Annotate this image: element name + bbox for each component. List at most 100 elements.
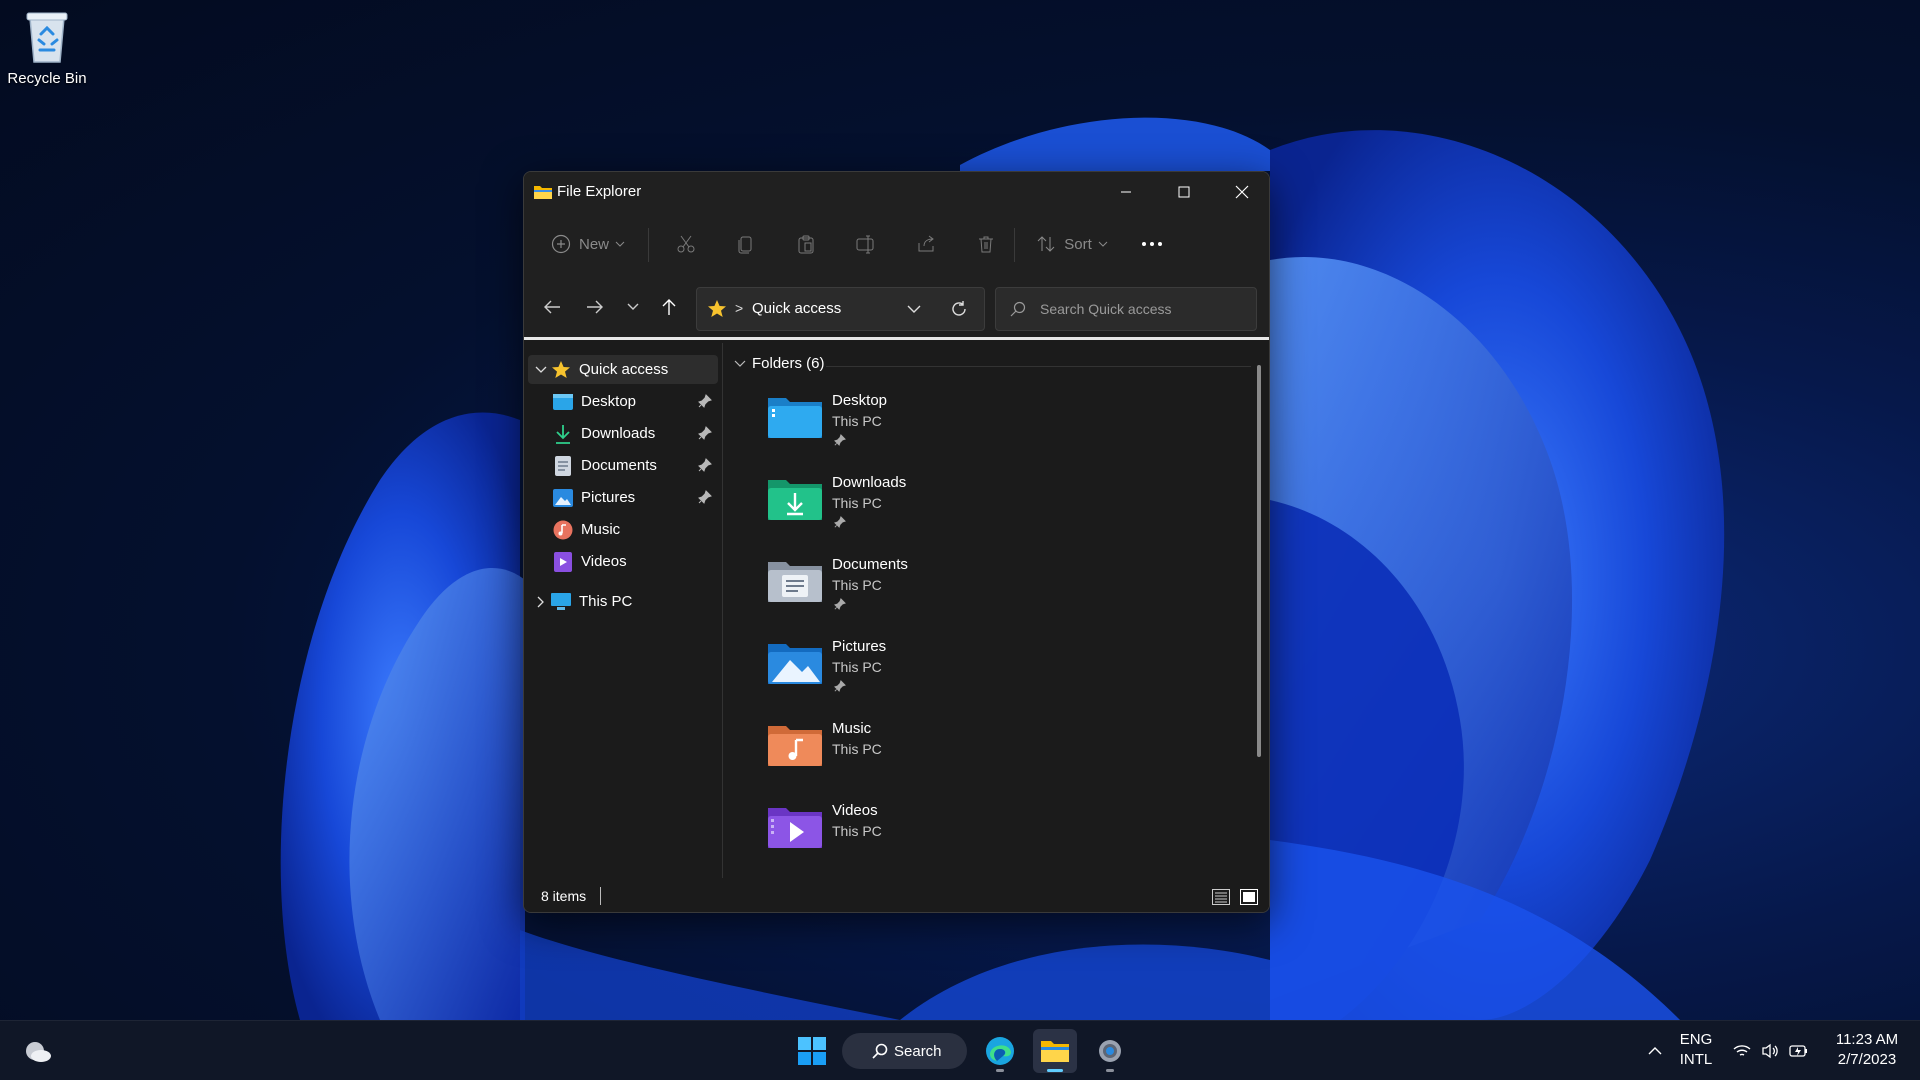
details-view-button[interactable] bbox=[1211, 887, 1231, 907]
computer-icon bbox=[551, 592, 571, 610]
folder-location: This PC bbox=[832, 577, 882, 593]
copy-button[interactable] bbox=[728, 225, 764, 263]
folder-item-downloads[interactable]: Downloads This PC bbox=[768, 470, 1008, 540]
sidebar-item-pictures[interactable]: Pictures bbox=[538, 483, 718, 512]
status-divider bbox=[600, 887, 601, 905]
clock-date: 2/7/2023 bbox=[1837, 1051, 1897, 1068]
command-bar: New Sort bbox=[524, 212, 1269, 276]
chevron-down-icon[interactable] bbox=[535, 366, 547, 374]
maximize-button[interactable] bbox=[1155, 172, 1213, 212]
title-bar[interactable]: File Explorer bbox=[524, 172, 1269, 212]
sidebar-item-desktop[interactable]: Desktop bbox=[538, 387, 718, 416]
status-bar: 8 items bbox=[524, 878, 1269, 912]
recent-locations-button[interactable] bbox=[616, 290, 650, 324]
weather-icon bbox=[26, 1042, 51, 1062]
sidebar-item-documents[interactable]: Documents bbox=[538, 451, 718, 480]
back-button[interactable] bbox=[535, 290, 569, 324]
more-options-button[interactable] bbox=[1132, 225, 1172, 263]
share-icon bbox=[918, 235, 934, 252]
running-indicator bbox=[1106, 1069, 1114, 1072]
chevron-right-icon[interactable] bbox=[537, 596, 545, 608]
address-bar[interactable]: > Quick access bbox=[696, 287, 985, 331]
taskbar-search-button[interactable]: Search bbox=[842, 1033, 967, 1069]
volume-icon bbox=[1762, 1043, 1778, 1059]
sidebar-item-videos[interactable]: Videos bbox=[538, 547, 718, 576]
folder-item-desktop[interactable]: Desktop This PC bbox=[768, 388, 1008, 458]
chevron-down-icon[interactable] bbox=[907, 300, 921, 318]
videos-folder-icon bbox=[768, 808, 822, 848]
pin-icon[interactable] bbox=[698, 394, 712, 408]
forward-button[interactable] bbox=[578, 290, 612, 324]
group-header-folders[interactable]: Folders (6) bbox=[734, 355, 825, 372]
sidebar-item-downloads[interactable]: Downloads bbox=[538, 419, 718, 448]
pin-icon[interactable] bbox=[698, 458, 712, 472]
large-icons-view-button[interactable] bbox=[1239, 887, 1259, 907]
clock-time: 11:23 AM bbox=[1835, 1031, 1899, 1048]
vertical-scrollbar[interactable] bbox=[1257, 365, 1261, 757]
folder-item-pictures[interactable]: Pictures This PC bbox=[768, 634, 1008, 704]
rename-icon bbox=[856, 235, 874, 254]
sidebar-item-label: Downloads bbox=[581, 425, 656, 442]
star-icon bbox=[708, 300, 726, 317]
pin-icon[interactable] bbox=[698, 426, 712, 440]
pin-icon bbox=[834, 516, 846, 528]
navigation-bar: > Quick access bbox=[524, 276, 1269, 340]
gear-icon bbox=[1099, 1040, 1121, 1062]
clock[interactable]: 11:23 AM 2/7/2023 bbox=[1826, 1030, 1908, 1070]
recycle-bin-shortcut[interactable]: Recycle Bin bbox=[6, 8, 88, 88]
sidebar-item-label: Music bbox=[581, 521, 621, 538]
chevron-down-icon bbox=[734, 360, 746, 367]
pictures-folder-icon bbox=[768, 644, 822, 684]
group-label: Folders (6) bbox=[752, 355, 825, 372]
quick-settings-button[interactable] bbox=[1726, 1029, 1816, 1073]
show-hidden-icons-button[interactable] bbox=[1640, 1029, 1670, 1073]
navigation-pane: Quick access Desktop Downloads Documents… bbox=[524, 343, 723, 878]
documents-folder-icon bbox=[768, 562, 822, 602]
sidebar-item-label: Documents bbox=[581, 457, 657, 474]
new-button[interactable]: New bbox=[548, 225, 628, 263]
sort-button[interactable]: Sort bbox=[1032, 225, 1112, 263]
large-icons-view-icon bbox=[1240, 889, 1258, 905]
folder-name: Documents bbox=[832, 556, 908, 573]
rename-button[interactable] bbox=[848, 225, 884, 263]
pin-icon[interactable] bbox=[698, 490, 712, 504]
taskbar-edge-button[interactable] bbox=[978, 1029, 1022, 1073]
chevron-up-icon bbox=[1648, 1047, 1662, 1055]
paste-button[interactable] bbox=[788, 225, 824, 263]
chevron-down-icon bbox=[1098, 241, 1108, 247]
up-button[interactable] bbox=[652, 290, 686, 324]
start-button[interactable] bbox=[790, 1029, 834, 1073]
close-button[interactable] bbox=[1213, 172, 1269, 212]
sidebar-item-label: Pictures bbox=[581, 489, 636, 506]
folder-item-videos[interactable]: Videos This PC bbox=[768, 798, 1008, 868]
language-code: ENG bbox=[1679, 1031, 1713, 1048]
folder-item-documents[interactable]: Documents This PC bbox=[768, 552, 1008, 622]
folder-view: Folders (6) Desktop This PC Downloads Th… bbox=[724, 343, 1269, 878]
breadcrumb-quick-access[interactable]: Quick access bbox=[752, 300, 841, 317]
more-icon bbox=[1142, 242, 1162, 246]
weather-widget-button[interactable] bbox=[16, 1029, 60, 1073]
share-button[interactable] bbox=[908, 225, 944, 263]
cut-button[interactable] bbox=[668, 225, 704, 263]
taskbar: Search ENG INTL 11:23 AM 2/7/2023 bbox=[0, 1020, 1920, 1080]
running-indicator bbox=[1047, 1069, 1063, 1072]
sidebar-item-quick-access[interactable]: Quick access bbox=[528, 355, 718, 384]
desktop-folder-icon bbox=[553, 393, 573, 410]
folder-item-music[interactable]: Music This PC bbox=[768, 716, 1008, 786]
search-icon bbox=[1010, 301, 1026, 317]
input-language-indicator[interactable]: ENG INTL bbox=[1672, 1030, 1720, 1070]
taskbar-file-explorer-button[interactable] bbox=[1033, 1029, 1077, 1073]
recycle-bin-icon bbox=[26, 12, 68, 63]
minimize-button[interactable] bbox=[1097, 172, 1155, 212]
sidebar-item-this-pc[interactable]: This PC bbox=[528, 587, 718, 616]
folder-name: Desktop bbox=[832, 392, 888, 409]
running-indicator bbox=[996, 1069, 1004, 1072]
search-input[interactable] bbox=[1040, 298, 1245, 320]
sidebar-item-music[interactable]: Music bbox=[538, 515, 718, 544]
sidebar-item-label: Videos bbox=[581, 553, 627, 570]
refresh-icon[interactable] bbox=[949, 299, 969, 319]
taskbar-settings-button[interactable] bbox=[1088, 1029, 1132, 1073]
folder-location: This PC bbox=[832, 413, 882, 429]
search-box[interactable] bbox=[995, 287, 1257, 331]
delete-button[interactable] bbox=[968, 225, 1004, 263]
